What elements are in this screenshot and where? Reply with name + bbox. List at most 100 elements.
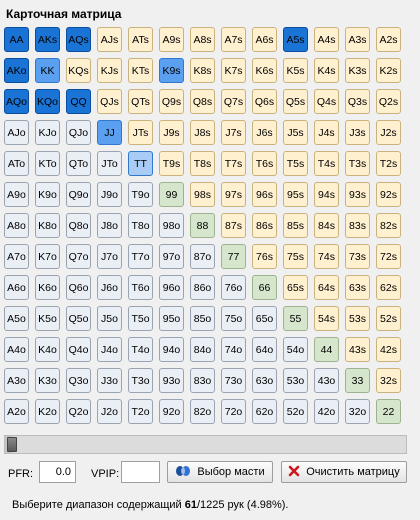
hand-cell-A7o[interactable]: A7o bbox=[4, 244, 29, 269]
hand-cell-64o[interactable]: 64o bbox=[252, 337, 277, 362]
range-slider[interactable] bbox=[4, 435, 407, 454]
hand-cell-55[interactable]: 55 bbox=[283, 306, 308, 331]
hand-cell-Q4o[interactable]: Q4o bbox=[66, 337, 91, 362]
hand-cell-63o[interactable]: 63o bbox=[252, 368, 277, 393]
slider-thumb[interactable] bbox=[7, 437, 17, 452]
hand-cell-K2o[interactable]: K2o bbox=[35, 399, 60, 424]
hand-cell-73s[interactable]: 73s bbox=[345, 244, 370, 269]
hand-cell-A4o[interactable]: A4o bbox=[4, 337, 29, 362]
hand-cell-T6s[interactable]: T6s bbox=[252, 151, 277, 176]
hand-cell-98s[interactable]: 98s bbox=[190, 182, 215, 207]
hand-cell-72s[interactable]: 72s bbox=[376, 244, 401, 269]
hand-cell-85o[interactable]: 85o bbox=[190, 306, 215, 331]
hand-cell-QTs[interactable]: QTs bbox=[128, 89, 153, 114]
hand-cell-Q2o[interactable]: Q2o bbox=[66, 399, 91, 424]
hand-cell-AJs[interactable]: AJs bbox=[97, 27, 122, 52]
hand-cell-94o[interactable]: 94o bbox=[159, 337, 184, 362]
hand-cell-82o[interactable]: 82o bbox=[190, 399, 215, 424]
hand-cell-53s[interactable]: 53s bbox=[345, 306, 370, 331]
hand-cell-Q9o[interactable]: Q9o bbox=[66, 182, 91, 207]
hand-cell-A7s[interactable]: A7s bbox=[221, 27, 246, 52]
hand-cell-T2o[interactable]: T2o bbox=[128, 399, 153, 424]
hand-cell-Q7s[interactable]: Q7s bbox=[221, 89, 246, 114]
hand-cell-43s[interactable]: 43s bbox=[345, 337, 370, 362]
hand-cell-KJo[interactable]: KJo bbox=[35, 120, 60, 145]
hand-cell-J7o[interactable]: J7o bbox=[97, 244, 122, 269]
hand-cell-86o[interactable]: 86o bbox=[190, 275, 215, 300]
hand-cell-A5s[interactable]: A5s bbox=[283, 27, 308, 52]
hand-cell-QQ[interactable]: QQ bbox=[66, 89, 91, 114]
hand-cell-K4o[interactable]: K4o bbox=[35, 337, 60, 362]
hand-cell-T9o[interactable]: T9o bbox=[128, 182, 153, 207]
hand-cell-87o[interactable]: 87o bbox=[190, 244, 215, 269]
hand-cell-Q8s[interactable]: Q8s bbox=[190, 89, 215, 114]
hand-cell-J2s[interactable]: J2s bbox=[376, 120, 401, 145]
hand-cell-66[interactable]: 66 bbox=[252, 275, 277, 300]
hand-cell-T3o[interactable]: T3o bbox=[128, 368, 153, 393]
hand-cell-83s[interactable]: 83s bbox=[345, 213, 370, 238]
hand-cell-92s[interactable]: 92s bbox=[376, 182, 401, 207]
hand-cell-A8o[interactable]: A8o bbox=[4, 213, 29, 238]
hand-cell-65o[interactable]: 65o bbox=[252, 306, 277, 331]
hand-cell-ATs[interactable]: ATs bbox=[128, 27, 153, 52]
hand-cell-KK[interactable]: KK bbox=[35, 58, 60, 83]
clear-matrix-button[interactable]: Очистить матрицу bbox=[281, 461, 407, 483]
hand-cell-Q8o[interactable]: Q8o bbox=[66, 213, 91, 238]
hand-cell-44[interactable]: 44 bbox=[314, 337, 339, 362]
hand-cell-93s[interactable]: 93s bbox=[345, 182, 370, 207]
hand-cell-99[interactable]: 99 bbox=[159, 182, 184, 207]
hand-cell-J7s[interactable]: J7s bbox=[221, 120, 246, 145]
hand-cell-K3o[interactable]: K3o bbox=[35, 368, 60, 393]
hand-cell-T8o[interactable]: T8o bbox=[128, 213, 153, 238]
hand-cell-AJo[interactable]: AJo bbox=[4, 120, 29, 145]
vpip-input[interactable] bbox=[121, 461, 160, 483]
hand-cell-84s[interactable]: 84s bbox=[314, 213, 339, 238]
hand-cell-K2s[interactable]: K2s bbox=[376, 58, 401, 83]
hand-cell-T8s[interactable]: T8s bbox=[190, 151, 215, 176]
hand-cell-42o[interactable]: 42o bbox=[314, 399, 339, 424]
hand-cell-62o[interactable]: 62o bbox=[252, 399, 277, 424]
hand-cell-95s[interactable]: 95s bbox=[283, 182, 308, 207]
hand-cell-Q6o[interactable]: Q6o bbox=[66, 275, 91, 300]
hand-cell-Q2s[interactable]: Q2s bbox=[376, 89, 401, 114]
hand-cell-82s[interactable]: 82s bbox=[376, 213, 401, 238]
hand-cell-K8o[interactable]: K8o bbox=[35, 213, 60, 238]
hand-cell-J5s[interactable]: J5s bbox=[283, 120, 308, 145]
hand-cell-54s[interactable]: 54s bbox=[314, 306, 339, 331]
hand-cell-A9s[interactable]: A9s bbox=[159, 27, 184, 52]
hand-cell-K9o[interactable]: K9o bbox=[35, 182, 60, 207]
hand-cell-K3s[interactable]: K3s bbox=[345, 58, 370, 83]
hand-cell-Q5s[interactable]: Q5s bbox=[283, 89, 308, 114]
hand-cell-K5o[interactable]: K5o bbox=[35, 306, 60, 331]
hand-cell-Q7o[interactable]: Q7o bbox=[66, 244, 91, 269]
hand-cell-K6s[interactable]: K6s bbox=[252, 58, 277, 83]
hand-cell-72o[interactable]: 72o bbox=[221, 399, 246, 424]
hand-cell-88[interactable]: 88 bbox=[190, 213, 215, 238]
hand-cell-32o[interactable]: 32o bbox=[345, 399, 370, 424]
hand-cell-95o[interactable]: 95o bbox=[159, 306, 184, 331]
hand-cell-T7s[interactable]: T7s bbox=[221, 151, 246, 176]
hand-cell-T9s[interactable]: T9s bbox=[159, 151, 184, 176]
hand-cell-33[interactable]: 33 bbox=[345, 368, 370, 393]
hand-cell-76o[interactable]: 76o bbox=[221, 275, 246, 300]
hand-cell-J6o[interactable]: J6o bbox=[97, 275, 122, 300]
hand-cell-22[interactable]: 22 bbox=[376, 399, 401, 424]
hand-cell-K6o[interactable]: K6o bbox=[35, 275, 60, 300]
hand-cell-T5s[interactable]: T5s bbox=[283, 151, 308, 176]
hand-cell-J5o[interactable]: J5o bbox=[97, 306, 122, 331]
hand-cell-ATo[interactable]: ATo bbox=[4, 151, 29, 176]
hand-cell-53o[interactable]: 53o bbox=[283, 368, 308, 393]
hand-cell-J9s[interactable]: J9s bbox=[159, 120, 184, 145]
hand-cell-74s[interactable]: 74s bbox=[314, 244, 339, 269]
hand-cell-K4s[interactable]: K4s bbox=[314, 58, 339, 83]
hand-cell-Q6s[interactable]: Q6s bbox=[252, 89, 277, 114]
hand-cell-A8s[interactable]: A8s bbox=[190, 27, 215, 52]
hand-cell-J8s[interactable]: J8s bbox=[190, 120, 215, 145]
hand-cell-Q4s[interactable]: Q4s bbox=[314, 89, 339, 114]
hand-cell-97s[interactable]: 97s bbox=[221, 182, 246, 207]
hand-cell-64s[interactable]: 64s bbox=[314, 275, 339, 300]
hand-cell-65s[interactable]: 65s bbox=[283, 275, 308, 300]
hand-cell-T6o[interactable]: T6o bbox=[128, 275, 153, 300]
hand-cell-T3s[interactable]: T3s bbox=[345, 151, 370, 176]
hand-cell-KTo[interactable]: KTo bbox=[35, 151, 60, 176]
